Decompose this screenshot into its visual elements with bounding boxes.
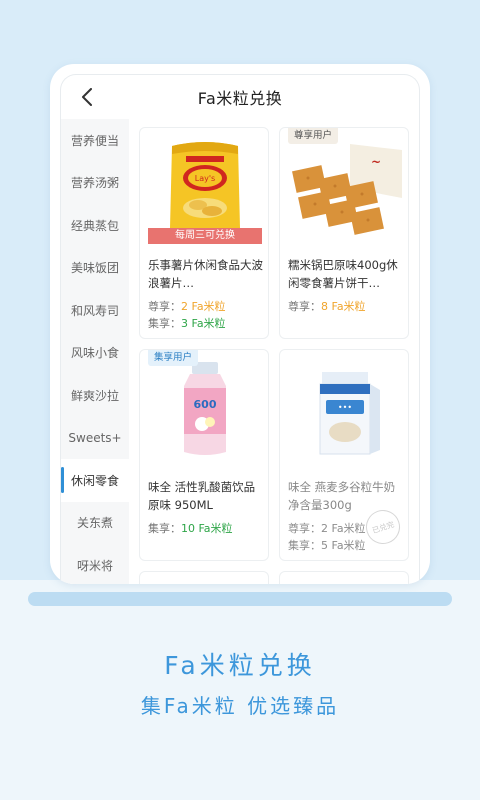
sidebar-item-label: 和风寿司 [70, 303, 119, 318]
member-tag: 集享用户 [148, 350, 199, 366]
svg-text:600: 600 [194, 398, 217, 411]
back-button[interactable] [75, 85, 99, 109]
price-label: 集享： [148, 522, 181, 535]
price-line: 尊享：2 Fa米粒 [288, 520, 366, 536]
price-line: 集享：5 Fa米粒 [288, 537, 366, 553]
sidebar-item-sushi[interactable]: 和风寿司 [61, 289, 129, 332]
product-name: 味全 燕麦多谷粒牛奶净含量300g [288, 480, 396, 512]
product-name: 味全 活性乳酸菌饮品原味 950ML [148, 480, 256, 512]
price-value: 8 Fa米粒 [321, 300, 366, 313]
sidebar-item-label: 营养汤粥 [70, 176, 119, 191]
price-label: 集享： [148, 317, 181, 330]
price-value: 10 Fa米粒 [181, 522, 233, 535]
sidebar-item-leisure-snacks[interactable]: 休闲零食 [61, 459, 129, 502]
sidebar-item-label: Sweets+ [68, 430, 122, 445]
sidebar-item-label: 经典蒸包 [70, 218, 119, 233]
price-value: 2 Fa米粒 [181, 300, 226, 313]
page-title: Fa米粒兑换 [197, 89, 283, 108]
product-card[interactable] [139, 571, 269, 584]
promo-headline: Fa米粒兑换 [164, 651, 316, 680]
sidebar-item-steamed-buns[interactable]: 经典蒸包 [61, 204, 129, 247]
member-tag: 尊享用户 [288, 128, 339, 144]
scroll-indicator[interactable] [28, 592, 452, 606]
price-value: 2 Fa米粒 [321, 522, 366, 535]
price-value: 5 Fa米粒 [321, 539, 366, 552]
sidebar-item-label: 呀米将 [76, 558, 113, 573]
price-label: 尊享： [148, 300, 181, 313]
price-line: 尊享：8 Fa米粒 [288, 298, 366, 314]
price-value: 3 Fa米粒 [181, 317, 226, 330]
price-line: 集享：3 Fa米粒 [148, 315, 226, 331]
product-card[interactable] [279, 571, 409, 584]
product-card[interactable]: Lay's 每周三可兑换 乐事薯片休闲食品大波浪薯片… 尊享：2 Fa米粒 集享… [139, 127, 269, 339]
yogurt-drink-bottle-image: 600 [184, 362, 226, 455]
sidebar-item-sweets[interactable]: Sweets+ [61, 417, 129, 460]
price-line: 集享：10 Fa米粒 [148, 520, 233, 536]
exchange-day-banner: 每周三可兑换 [148, 228, 262, 244]
sidebar-item-snacks[interactable]: 风味小食 [61, 332, 129, 375]
promo-subline: 集Fa米粒 优选臻品 [140, 694, 340, 718]
category-sidebar: 营养便当 营养汤粥 经典蒸包 美味饭团 和风寿司 风味小食 鲜爽沙拉 Sweet… [61, 119, 129, 584]
sidebar-item-nutrition-soup[interactable]: 营养汤粥 [61, 162, 129, 205]
sidebar-item-label: 风味小食 [70, 346, 119, 361]
product-card[interactable]: ~ 尊享用户 糯米锅巴原味400g休闲零食薯片饼干… 尊享：8 Fa米粒 [279, 127, 409, 339]
product-card[interactable]: ••• 味全 燕麦多谷粒牛奶净含量300g 尊享：2 Fa米粒 集享：5 Fa米… [279, 349, 409, 561]
price-label: 尊享： [288, 522, 321, 535]
sidebar-item-rice-balls[interactable]: 美味饭团 [61, 247, 129, 290]
crispy-rice-crackers-image: ~ [292, 144, 402, 235]
product-name: 乐事薯片休闲食品大波浪薯片… [148, 258, 263, 290]
phone-frame: Fa米粒兑换 营养便当 营养汤粥 经典蒸包 美味饭团 和风寿司 风味小食 鲜爽沙… [50, 64, 430, 584]
sidebar-item-yamijiang[interactable]: 呀米将 [61, 544, 129, 584]
sidebar-item-label: 鲜爽沙拉 [70, 388, 119, 403]
svg-text:•••: ••• [338, 403, 352, 412]
product-name: 糯米锅巴原味400g休闲零食薯片饼干… [288, 258, 398, 290]
sidebar-item-label: 关东煮 [76, 516, 113, 531]
sidebar-item-label: 营养便当 [70, 133, 119, 148]
svg-text:~: ~ [371, 155, 381, 169]
page-header: Fa米粒兑换 [61, 75, 419, 119]
oat-milk-carton-image: ••• [319, 372, 380, 455]
sidebar-item-salad[interactable]: 鲜爽沙拉 [61, 374, 129, 417]
sidebar-item-oden[interactable]: 关东煮 [61, 502, 129, 545]
sidebar-item-nutrition-bento[interactable]: 营养便当 [61, 119, 129, 162]
app-screen: Fa米粒兑换 营养便当 营养汤粥 经典蒸包 美味饭团 和风寿司 风味小食 鲜爽沙… [60, 74, 420, 584]
product-card[interactable]: 600 集享用户 味全 活性乳酸菌饮品原味 950ML 集享：10 Fa米粒 [139, 349, 269, 561]
sidebar-item-label: 休闲零食 [70, 473, 119, 488]
sidebar-item-label: 美味饭团 [70, 261, 119, 276]
chevron-left-icon [82, 88, 92, 106]
price-line: 尊享：2 Fa米粒 [148, 298, 226, 314]
price-label: 尊享： [288, 300, 321, 313]
price-label: 集享： [288, 539, 321, 552]
svg-text:Lay's: Lay's [195, 174, 215, 183]
product-grid: Lay's 每周三可兑换 乐事薯片休闲食品大波浪薯片… 尊享：2 Fa米粒 集享… [139, 127, 419, 584]
